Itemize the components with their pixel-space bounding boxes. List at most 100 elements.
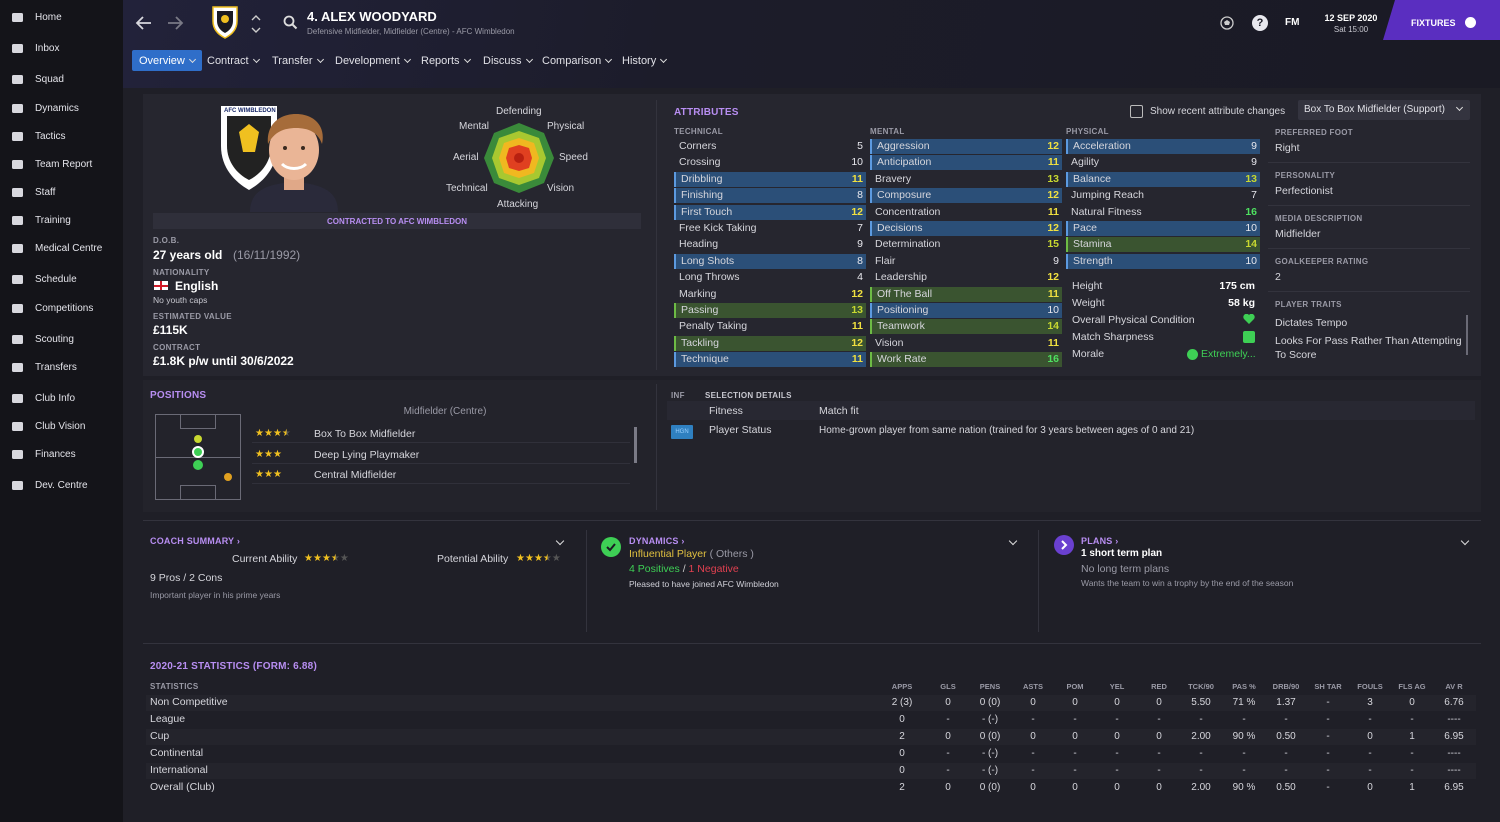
stats-header[interactable]: YEL	[1097, 682, 1137, 691]
sidebar-item-team-report[interactable]: Team Report	[0, 152, 123, 178]
stats-cell: -	[1410, 748, 1414, 759]
attribute-row[interactable]: Heading 9	[674, 237, 866, 252]
attribute-row[interactable]: Crossing 10	[674, 155, 866, 170]
sidebar-item-scouting[interactable]: Scouting	[0, 327, 123, 353]
coach-summary-title[interactable]: COACH SUMMARY ›	[150, 536, 240, 546]
stats-row-label: Non Competitive	[150, 696, 228, 708]
attribute-row[interactable]: Long Throws 4	[674, 270, 866, 285]
tab-history[interactable]: History	[615, 50, 673, 71]
help-icon[interactable]: ?	[1252, 15, 1268, 31]
attribute-row[interactable]: Off The Ball 11	[870, 286, 1062, 302]
training-icon	[10, 213, 25, 228]
tab-transfer[interactable]: Transfer	[265, 50, 330, 71]
attribute-row[interactable]: Decisions 12	[870, 221, 1062, 236]
attribute-row[interactable]: Work Rate 16	[870, 352, 1062, 368]
attribute-row[interactable]: Tackling 12	[674, 335, 866, 351]
sidebar-item-staff[interactable]: Staff	[0, 180, 123, 206]
fixtures-button[interactable]: FIXTURES	[1383, 0, 1500, 40]
attribute-row[interactable]: Aggression 12	[870, 139, 1062, 154]
sidebar-item-medical-centre[interactable]: Medical Centre	[0, 236, 123, 262]
attribute-row[interactable]: Stamina 14	[1066, 237, 1260, 253]
sidebar-item-schedule[interactable]: Schedule	[0, 267, 123, 293]
tab-contract[interactable]: Contract	[200, 50, 266, 71]
attribute-row[interactable]: Balance 13	[1066, 171, 1260, 187]
sidebar-item-competitions[interactable]: Competitions	[0, 296, 123, 322]
attribute-row[interactable]: Pace 10	[1066, 221, 1260, 236]
attribute-row[interactable]: Long Shots 8	[674, 253, 866, 269]
attribute-row[interactable]: Strength 10	[1066, 253, 1260, 269]
football-icon[interactable]	[1220, 16, 1234, 30]
tab-comparison[interactable]: Comparison	[535, 50, 618, 71]
stats-header[interactable]: PAS %	[1224, 682, 1264, 691]
stats-header[interactable]: FOULS	[1350, 682, 1390, 691]
stats-cell: 0	[1367, 731, 1373, 742]
attribute-row[interactable]: Vision 11	[870, 336, 1062, 351]
tab-development[interactable]: Development	[328, 50, 417, 71]
stats-header[interactable]: APPS	[882, 682, 922, 691]
sidebar-item-club-info[interactable]: Club Info	[0, 386, 123, 412]
attribute-row[interactable]: Positioning 10	[870, 303, 1062, 318]
attribute-row[interactable]: Marking 12	[674, 287, 866, 302]
attribute-row[interactable]: Passing 13	[674, 303, 866, 318]
stats-header[interactable]: GLS	[928, 682, 968, 691]
sidebar-item-tactics[interactable]: Tactics	[0, 124, 123, 150]
attribute-row[interactable]: Acceleration 9	[1066, 139, 1260, 154]
player-switch-icon[interactable]	[251, 14, 261, 34]
attribute-row[interactable]: Composure 12	[870, 188, 1062, 204]
stats-header[interactable]: DRB/90	[1266, 682, 1306, 691]
attribute-row[interactable]: Bravery 13	[870, 172, 1062, 187]
role-row[interactable]: ★★★★★ Central Midfielder	[252, 466, 630, 484]
plans-title[interactable]: PLANS ›	[1081, 536, 1118, 546]
tab-discuss[interactable]: Discuss	[476, 50, 539, 71]
scrollbar[interactable]	[634, 427, 637, 463]
collapse-chevron-icon[interactable]	[555, 536, 565, 546]
sidebar-item-squad[interactable]: Squad	[0, 67, 123, 93]
attribute-row[interactable]: Technique 11	[674, 352, 866, 368]
search-icon[interactable]	[283, 15, 298, 30]
sidebar-item-inbox[interactable]: Inbox	[0, 36, 123, 62]
sidebar-item-training[interactable]: Training	[0, 208, 123, 234]
role-select[interactable]: Box To Box Midfielder (Support)	[1298, 100, 1470, 120]
attribute-row[interactable]: Natural Fitness 16	[1066, 205, 1260, 220]
attribute-row[interactable]: Agility 9	[1066, 155, 1260, 170]
attribute-row[interactable]: Free Kick Taking 7	[674, 221, 866, 236]
sidebar-item-dev-centre[interactable]: Dev. Centre	[0, 473, 123, 499]
stats-header[interactable]: ASTS	[1013, 682, 1053, 691]
stats-header[interactable]: SH TAR	[1308, 682, 1348, 691]
back-arrow-icon[interactable]	[135, 14, 153, 32]
stats-header[interactable]: TCK/90	[1181, 682, 1221, 691]
stats-header[interactable]: AV R	[1434, 682, 1474, 691]
sidebar-item-dynamics[interactable]: Dynamics	[0, 96, 123, 122]
stats-header[interactable]: RED	[1139, 682, 1179, 691]
attribute-row[interactable]: Anticipation 11	[870, 155, 1062, 171]
attribute-row[interactable]: Determination 15	[870, 237, 1062, 252]
dynamics-title[interactable]: DYNAMICS ›	[629, 536, 685, 546]
stats-header[interactable]: FLS AG	[1392, 682, 1432, 691]
forward-arrow-icon[interactable]	[166, 14, 184, 32]
attribute-row[interactable]: Penalty Taking 11	[674, 319, 866, 334]
attribute-row[interactable]: Leadership 12	[870, 270, 1062, 285]
tab-reports[interactable]: Reports	[414, 50, 477, 71]
sidebar-item-transfers[interactable]: Transfers	[0, 355, 123, 381]
stats-header[interactable]: POM	[1055, 682, 1095, 691]
attribute-row[interactable]: Jumping Reach 7	[1066, 188, 1260, 203]
attribute-row[interactable]: Corners 5	[674, 139, 866, 154]
attribute-row[interactable]: Concentration 11	[870, 205, 1062, 220]
attribute-row[interactable]: Dribbling 11	[674, 171, 866, 187]
dynamics-collapse-icon[interactable]	[1008, 536, 1018, 546]
fm-menu-button[interactable]: FM	[1285, 17, 1299, 28]
plans-collapse-icon[interactable]	[1460, 536, 1470, 546]
sidebar-item-home[interactable]: Home	[0, 5, 123, 31]
sidebar-item-club-vision[interactable]: Club Vision	[0, 414, 123, 440]
attribute-row[interactable]: First Touch 12	[674, 204, 866, 220]
role-row[interactable]: ★★★★★ Deep Lying Playmaker	[252, 446, 630, 464]
role-row[interactable]: ★★★★★ Box To Box Midfielder	[252, 425, 630, 443]
stats-header[interactable]: PENS	[970, 682, 1010, 691]
show-changes-checkbox[interactable]	[1130, 105, 1143, 118]
attribute-row[interactable]: Finishing 8	[674, 188, 866, 204]
attribute-row[interactable]: Teamwork 14	[870, 319, 1062, 335]
sidebar-item-finances[interactable]: Finances	[0, 442, 123, 468]
tab-overview[interactable]: Overview	[132, 50, 202, 71]
attribute-row[interactable]: Flair 9	[870, 254, 1062, 269]
scrollbar[interactable]	[1466, 315, 1468, 355]
